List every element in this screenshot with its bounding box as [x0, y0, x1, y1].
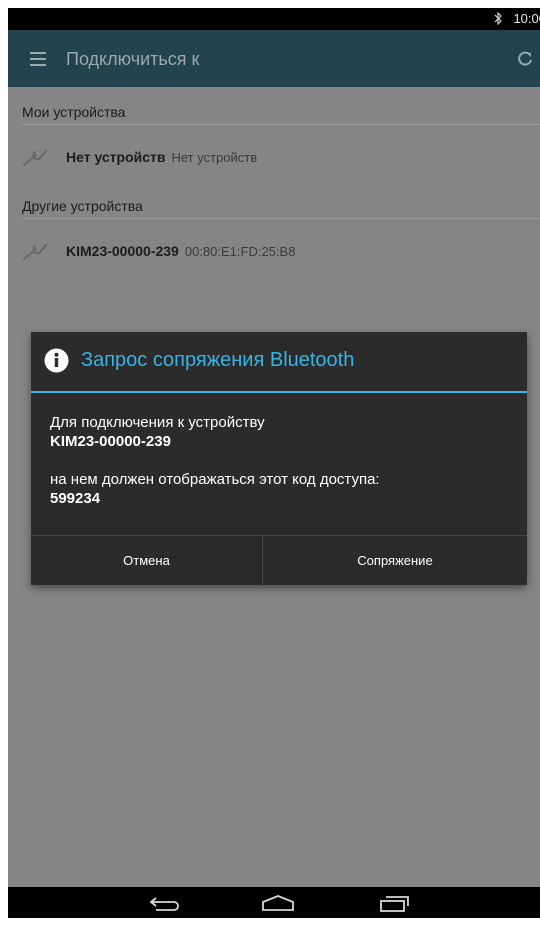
dialog-title: Запрос сопряжения Bluetooth — [81, 349, 355, 371]
section-divider — [22, 218, 540, 219]
navigation-bar — [8, 887, 540, 918]
pair-button[interactable]: Сопряжение — [263, 536, 527, 586]
android-screen: 10:00 Подключиться к Мои устройства Нет … — [8, 8, 540, 918]
dialog-button-bar: Отмена Сопряжение — [31, 535, 527, 586]
dialog-line: Для подключения к устройству — [50, 414, 265, 431]
dialog-line: на нем должен отображаться этот код дост… — [50, 471, 380, 488]
wrench-icon — [22, 149, 48, 167]
cancel-button[interactable]: Отмена — [31, 536, 262, 586]
dialog-device-name: KIM23-00000-239 — [50, 433, 171, 450]
bluetooth-pairing-dialog: Запрос сопряжения Bluetooth Для подключе… — [31, 332, 527, 586]
back-icon[interactable] — [148, 893, 182, 913]
info-icon — [44, 348, 69, 373]
dialog-message: Для подключения к устройству KIM23-00000… — [50, 413, 380, 508]
status-time: 10:00 — [513, 11, 540, 26]
refresh-icon[interactable] — [516, 50, 534, 68]
hamburger-menu-icon[interactable] — [30, 52, 46, 66]
section-header-my-devices: Мои устройства — [22, 104, 126, 120]
recent-apps-icon[interactable] — [378, 893, 412, 913]
action-bar-title: Подключиться к — [66, 49, 200, 69]
bluetooth-icon — [494, 12, 502, 25]
action-bar: Подключиться к — [8, 30, 540, 87]
status-bar: 10:00 — [8, 8, 540, 30]
dialog-header: Запрос сопряжения Bluetooth — [31, 332, 527, 393]
device-detail: Нет устройств — [171, 150, 258, 165]
wrench-icon — [22, 243, 48, 261]
device-address: 00:80:E1:FD:25:B8 — [184, 244, 296, 259]
passkey-code: 599234 — [50, 490, 101, 507]
device-name: KIM23-00000-239 — [66, 243, 179, 259]
home-icon[interactable] — [260, 893, 296, 913]
section-divider — [22, 124, 540, 125]
device-name: Нет устройств — [66, 149, 166, 165]
section-header-other-devices: Другие устройства — [22, 198, 143, 214]
